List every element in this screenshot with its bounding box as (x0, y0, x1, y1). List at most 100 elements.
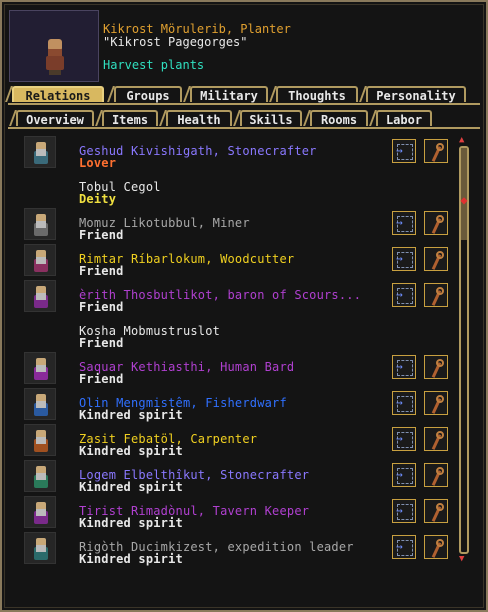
relation-type: Friend (79, 336, 124, 350)
scroll-thumb-icon[interactable]: ◆ (458, 194, 470, 206)
relation-row[interactable]: Zasit Febatöl, Carpenter Kindred spirit → (22, 422, 452, 458)
portrait-beard (36, 365, 46, 372)
tab-relations[interactable]: Relations (12, 86, 104, 103)
view-unit-button[interactable]: → (392, 499, 416, 523)
relation-type: Friend (79, 264, 124, 278)
dwarf-portrait-icon (24, 208, 56, 240)
pick-tool-head (436, 395, 444, 403)
portrait-legs (49, 70, 61, 75)
view-unit-button[interactable]: → (392, 355, 416, 379)
relation-type: Kindred spirit (79, 408, 183, 422)
relation-row[interactable]: Momuz Likotubbul, Miner Friend → (22, 206, 452, 242)
relation-row[interactable]: Kosha Mobmustruslot Friend (22, 314, 452, 350)
pick-tool-button[interactable] (424, 355, 448, 379)
portrait-beard (36, 473, 46, 480)
tab-groups[interactable]: Groups (114, 86, 182, 103)
relation-type: Friend (79, 372, 124, 386)
relation-row[interactable]: Tobul Cegol Deity (22, 170, 452, 206)
arrow-into-box-icon: → (396, 144, 403, 157)
relation-type: Lover (79, 156, 117, 170)
view-unit-button[interactable]: → (392, 463, 416, 487)
view-unit-button[interactable]: → (392, 247, 416, 271)
portrait-beard (36, 437, 46, 444)
relation-type: Deity (79, 192, 117, 206)
relation-type: Kindred spirit (79, 516, 183, 530)
arrow-into-box-icon: → (396, 504, 403, 517)
view-unit-button[interactable]: → (392, 427, 416, 451)
scroll-up-arrow-icon[interactable]: ▲ (459, 136, 464, 145)
relation-type: Kindred spirit (79, 552, 183, 566)
dwarf-portrait-icon (24, 532, 56, 564)
pick-tool-button[interactable] (424, 499, 448, 523)
portrait-beard (36, 509, 46, 516)
relation-row[interactable]: Saquar Kethiasthi, Human Bard Friend → (22, 350, 452, 386)
dwarf-portrait-icon (24, 352, 56, 384)
portrait-body (46, 56, 64, 70)
dwarf-portrait-icon (24, 496, 56, 528)
relation-row[interactable]: Olin Mengmistêm, Fisherdwarf Kindred spir… (22, 386, 452, 422)
portrait-beard (36, 149, 46, 156)
pick-tool-button[interactable] (424, 391, 448, 415)
relation-type: Friend (79, 300, 124, 314)
relation-row[interactable]: Rigòth Ducimkizest, expedition leader Kin… (22, 530, 452, 566)
tab-labor[interactable]: Labor (376, 110, 432, 127)
tab-military[interactable]: Military (190, 86, 268, 103)
tabs-top-underline (8, 103, 480, 105)
dwarf-portrait-icon (24, 388, 56, 420)
pick-tool-head (436, 503, 444, 511)
unit-name: Kikrost Mörulerib, Planter (103, 22, 291, 36)
arrow-into-box-icon: → (396, 288, 403, 301)
dwarf-portrait-icon (24, 460, 56, 492)
pick-tool-button[interactable] (424, 211, 448, 235)
portrait-beard (36, 221, 46, 228)
portrait-beard (36, 293, 46, 300)
relation-row[interactable]: Tirist Rimadònul, Tavern Keeper Kindred s… (22, 494, 452, 530)
pick-tool-button[interactable] (424, 427, 448, 451)
unit-current-task[interactable]: Harvest plants (103, 58, 204, 72)
relation-row[interactable]: èrith Thosbutlikot, baron of Scours... Fr… (22, 278, 452, 314)
arrow-into-box-icon: → (396, 252, 403, 265)
pick-tool-head (436, 287, 444, 295)
tab-skills[interactable]: Skills (240, 110, 302, 127)
dwarf-portrait-icon (24, 280, 56, 312)
view-unit-button[interactable]: → (392, 139, 416, 163)
pick-tool-button[interactable] (424, 283, 448, 307)
arrow-into-box-icon: → (396, 540, 403, 553)
pick-tool-head (436, 251, 444, 259)
tab-items[interactable]: Items (102, 110, 158, 127)
relation-type: Kindred spirit (79, 480, 183, 494)
pick-tool-head (436, 359, 444, 367)
pick-tool-button[interactable] (424, 535, 448, 559)
relation-row[interactable]: Logem Elbelthîkut, Stonecrafter Kindred s… (22, 458, 452, 494)
pick-tool-head (436, 215, 444, 223)
view-unit-button[interactable]: → (392, 391, 416, 415)
dwarf-portrait-icon (24, 424, 56, 456)
relation-type: Friend (79, 228, 124, 242)
relation-type: Kindred spirit (79, 444, 183, 458)
pick-tool-head (436, 143, 444, 151)
relation-row[interactable]: Rimtar Ríbarlokum, Woodcutter Friend → (22, 242, 452, 278)
tab-health[interactable]: Health (166, 110, 232, 127)
view-unit-button[interactable]: → (392, 535, 416, 559)
relations-scrollbar[interactable]: ▲ ◆ ▼ (456, 136, 472, 564)
view-unit-button[interactable]: → (392, 211, 416, 235)
portrait-beard (36, 401, 46, 408)
pick-tool-head (436, 467, 444, 475)
unit-nickname: "Kikrost Pagegorges" (103, 35, 248, 49)
view-unit-button[interactable]: → (392, 283, 416, 307)
tab-overview[interactable]: Overview (16, 110, 94, 127)
pick-tool-button[interactable] (424, 247, 448, 271)
pick-tool-button[interactable] (424, 463, 448, 487)
pick-tool-head (436, 539, 444, 547)
tab-personality[interactable]: Personality (366, 86, 466, 103)
scroll-down-arrow-icon[interactable]: ▼ (459, 555, 464, 564)
unit-portrait (9, 10, 99, 82)
relation-row[interactable]: Geshud Kivishigath, Stonecrafter Lover → (22, 134, 452, 170)
relations-list: Geshud Kivishigath, Stonecrafter Lover → To… (22, 134, 452, 566)
tab-rooms[interactable]: Rooms (310, 110, 368, 127)
dwarf-portrait-icon (24, 244, 56, 276)
tab-thoughts[interactable]: Thoughts (276, 86, 358, 103)
portrait-beard (36, 257, 46, 264)
dwarf-portrait-icon (24, 136, 56, 168)
pick-tool-button[interactable] (424, 139, 448, 163)
